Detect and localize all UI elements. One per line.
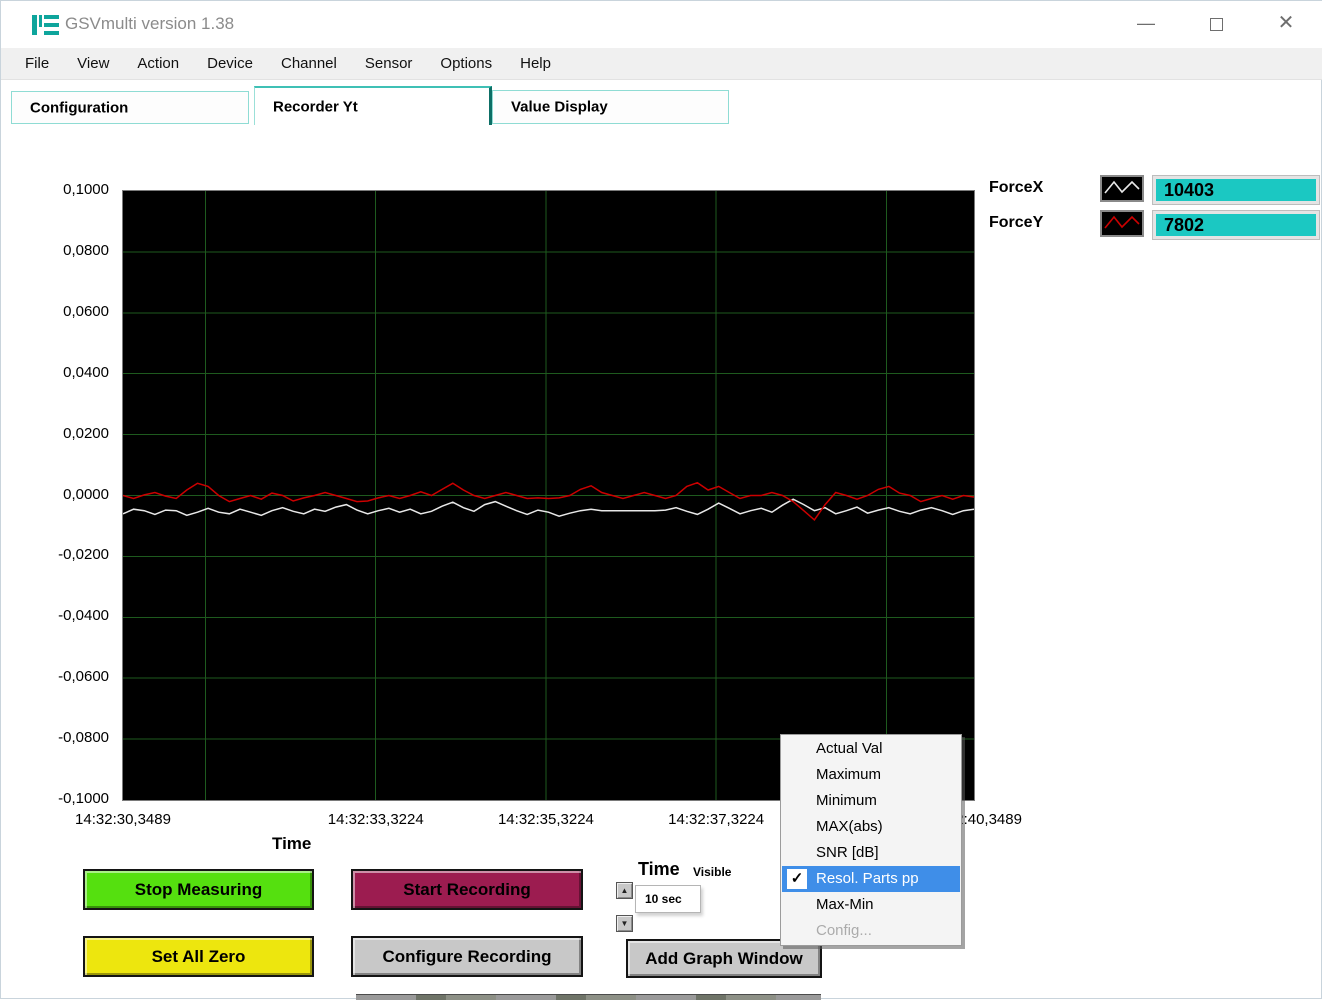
context-menu-item-max-min[interactable]: Max-Min (782, 892, 960, 918)
x-tick-label: 14:32:37,3224 (668, 811, 764, 828)
legend-line-icon-forcey[interactable] (1100, 210, 1144, 237)
menu-sensor[interactable]: Sensor (351, 48, 427, 80)
context-menu: Actual ValMaximumMinimumMAX(abs)SNR [dB]… (780, 734, 962, 946)
context-menu-item-actual-val[interactable]: Actual Val (782, 736, 960, 762)
time-increment-button[interactable]: ▲ (616, 882, 633, 899)
tab-label: Recorder Yt (273, 98, 358, 115)
tab-label: Value Display (511, 99, 608, 116)
menu-view[interactable]: View (63, 48, 123, 80)
time-visible-sublabel: Visible (693, 865, 731, 879)
tab-label: Configuration (30, 99, 128, 116)
y-tick-label: -0,1000 (29, 790, 109, 807)
x-tick-label: 14:32:30,3489 (75, 811, 171, 828)
value-display-forcex[interactable]: 10403 (1152, 175, 1320, 205)
y-tick-label: -0,0800 (29, 729, 109, 746)
minimize-button[interactable]: — (1123, 7, 1169, 39)
menu-bar: FileViewActionDeviceChannelSensorOptions… (1, 48, 1322, 80)
chart-plot-area[interactable] (122, 190, 975, 801)
stop-measuring-button[interactable]: Stop Measuring (83, 869, 314, 910)
x-tick-label: 14:32:33,3224 (328, 811, 424, 828)
context-menu-item-maximum[interactable]: Maximum (782, 762, 960, 788)
value-display-forcey[interactable]: 7802 (1152, 210, 1320, 240)
app-logo-icon (32, 15, 59, 35)
close-button[interactable]: ✕ (1263, 7, 1309, 39)
maximize-icon (1210, 18, 1223, 31)
x-tick-label: 14:32:35,3224 (498, 811, 594, 828)
legend-label-forcex: ForceX (989, 179, 1043, 197)
menu-channel[interactable]: Channel (267, 48, 351, 80)
title-bar: GSVmulti version 1.38 — ✕ (1, 1, 1322, 48)
start-recording-button[interactable]: Start Recording (351, 869, 583, 910)
value-text: 7802 (1156, 214, 1316, 236)
y-tick-label: 0,0800 (29, 242, 109, 259)
context-menu-item-minimum[interactable]: Minimum (782, 788, 960, 814)
tab-value-display[interactable]: Value Display (492, 90, 729, 124)
maximize-button[interactable] (1193, 7, 1239, 39)
y-tick-label: -0,0200 (29, 546, 109, 563)
gsvmulti-window: { "window": { "title": "GSVmulti version… (0, 0, 1322, 999)
tab-configuration[interactable]: Configuration (11, 91, 249, 124)
tab-recorder-yt[interactable]: Recorder Yt (254, 86, 492, 125)
set-all-zero-button[interactable]: Set All Zero (83, 936, 314, 977)
partial-window-edge (356, 994, 821, 1000)
menu-file[interactable]: File (11, 48, 63, 80)
y-tick-label: 0,0600 (29, 303, 109, 320)
window-title: GSVmulti version 1.38 (65, 14, 234, 34)
legend-label-forcey: ForceY (989, 214, 1043, 232)
time-visible-field[interactable]: 10 sec (635, 885, 701, 913)
y-tick-label: 0,0200 (29, 425, 109, 442)
context-menu-item-max-abs[interactable]: MAX(abs) (782, 814, 960, 840)
menu-help[interactable]: Help (506, 48, 565, 80)
value-text: 10403 (1156, 179, 1316, 201)
x-axis-title: Time (272, 834, 311, 854)
context-menu-item-config: Config... (782, 918, 960, 944)
y-tick-label: 0,0000 (29, 486, 109, 503)
menu-device[interactable]: Device (193, 48, 267, 80)
time-visible-label: Time (638, 859, 680, 880)
y-tick-label: -0,0400 (29, 607, 109, 624)
y-tick-label: 0,1000 (29, 181, 109, 198)
menu-action[interactable]: Action (123, 48, 193, 80)
configure-recording-button[interactable]: Configure Recording (351, 936, 583, 977)
menu-options[interactable]: Options (426, 48, 506, 80)
context-menu-item-resol-parts-pp[interactable]: Resol. Parts pp✓ (782, 866, 960, 892)
chart-canvas (123, 191, 974, 800)
context-menu-item-snr-db[interactable]: SNR [dB] (782, 840, 960, 866)
y-tick-label: -0,0600 (29, 668, 109, 685)
y-tick-label: 0,0400 (29, 364, 109, 381)
time-decrement-button[interactable]: ▼ (616, 915, 633, 932)
checkmark-icon: ✓ (787, 869, 807, 889)
legend-line-icon-forcex[interactable] (1100, 175, 1144, 202)
